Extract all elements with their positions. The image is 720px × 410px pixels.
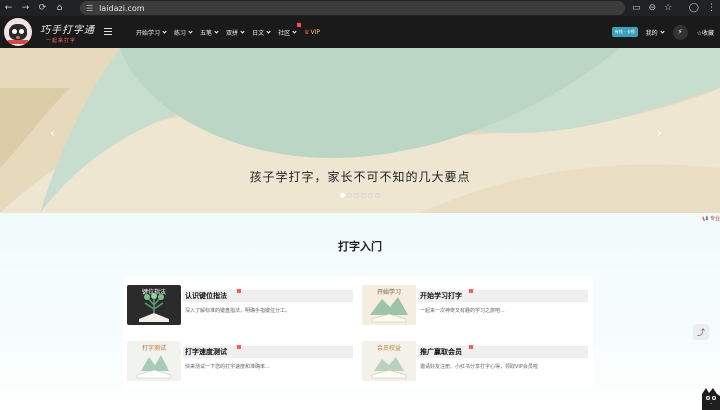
carousel-dot[interactable] xyxy=(375,193,380,198)
browser-right-icons: ◯ ⋮ xyxy=(689,0,716,16)
chevron-down-icon xyxy=(266,28,271,34)
cards-panel: 键位指法 认识键位指法 深入了解标准的键盘指法，明确手指键位分工。 开始学习 开… xyxy=(123,276,593,388)
more-icon[interactable]: ⋮ xyxy=(707,3,716,13)
header-actions: 有钱 · 卡顿 我的 ⚡ ☆收藏 xyxy=(611,16,720,48)
card-title: 推广赢取会员 xyxy=(420,348,462,356)
carousel-dot[interactable] xyxy=(361,193,366,198)
star-icon[interactable]: ☆ xyxy=(664,3,672,13)
nav-label: 开始学习 xyxy=(136,29,161,37)
card-speed-test[interactable]: 打字测试 打字速度测试 快来测试一下您的打字速度和准确率... xyxy=(123,334,355,381)
nav-item-shuangpin[interactable]: 双拼 xyxy=(226,28,245,37)
nav-item-start-learning[interactable]: 开始学习 xyxy=(136,28,167,37)
book-illustration xyxy=(371,357,407,379)
zoom-icon[interactable]: ⊖ xyxy=(649,3,657,13)
my-menu-label: 我的 xyxy=(645,29,658,37)
nav-label: VIP xyxy=(310,28,320,36)
home-icon[interactable]: ⌂ xyxy=(51,0,68,16)
crown-icon: ♛ xyxy=(304,28,310,36)
card-thumbnail: 开始学习 xyxy=(362,285,416,325)
browser-toolbar: ← → ⟳ ⌂ ☰ laidazi.com ▭ ⊖ ☆ ◯ ⋮ xyxy=(0,0,720,16)
card-title: 认识键位指法 xyxy=(185,292,227,300)
cast-icon[interactable]: ▭ xyxy=(632,3,641,13)
card-title: 开始学习打字 xyxy=(420,292,462,300)
brand-title: 巧手打字通 xyxy=(40,25,95,36)
logo-icon[interactable] xyxy=(4,18,32,46)
notice-text[interactable]: 📢 专业 xyxy=(702,215,720,222)
back-arrow-icon[interactable]: ← xyxy=(0,0,17,16)
carousel-dot[interactable] xyxy=(368,193,373,198)
carousel-dot[interactable] xyxy=(340,193,345,198)
chevron-down-icon xyxy=(162,28,167,34)
banner-headline[interactable]: 孩子学打字，家长不可不知的几大要点 xyxy=(0,168,720,185)
book-illustration xyxy=(370,297,408,323)
hero-carousel[interactable]: ‹ › 孩子学打字，家长不可不知的几大要点 xyxy=(0,48,720,213)
profile-icon[interactable]: ◯ xyxy=(689,3,699,13)
card-title: 打字速度测试 xyxy=(185,348,227,356)
chevron-down-icon xyxy=(292,28,297,34)
chevron-down-icon xyxy=(188,28,193,34)
site-header: 巧手打字通 一起来打字 开始学习 练习 五笔 双拼 日文 社区 ♛ VIP 有钱 … xyxy=(0,16,720,48)
forward-arrow-icon[interactable]: → xyxy=(17,0,34,16)
url-text: laidazi.com xyxy=(99,3,145,13)
nav-label: 社区 xyxy=(278,29,291,37)
card-thumbnail: 会员权益 xyxy=(362,341,416,381)
brand-subtitle: 一起来打字 xyxy=(46,38,77,44)
address-bar[interactable]: ☰ laidazi.com xyxy=(80,1,625,15)
nav-label: 五笔 xyxy=(200,29,213,37)
new-badge xyxy=(237,345,241,349)
card-description: 一起来一次神奇又有趣的学习之旅吧... xyxy=(420,308,505,314)
nav-label: 日文 xyxy=(252,29,265,37)
banner-background xyxy=(0,48,720,213)
card-description: 快来测试一下您的打字速度和准确率... xyxy=(185,364,270,370)
cat-mascot-icon[interactable] xyxy=(698,386,720,410)
chevron-down-icon xyxy=(214,28,219,34)
brand[interactable]: 巧手打字通 一起来打字 xyxy=(40,21,95,44)
new-badge xyxy=(469,289,473,293)
card-thumbnail: 打字测试 xyxy=(127,341,181,381)
card-referral-membership[interactable]: 会员权益 推广赢取会员 邀请好友注册、小红书分享打字心得，领取VIP会员啦 xyxy=(358,334,590,381)
book-illustration xyxy=(136,355,172,379)
tune-icon[interactable]: ☰ xyxy=(86,4,93,13)
main-nav: 开始学习 练习 五笔 双拼 日文 社区 ♛ VIP xyxy=(136,16,328,48)
chevron-down-icon xyxy=(240,28,245,34)
section-title: 打字入门 xyxy=(338,240,382,253)
favorite-button[interactable]: ☆收藏 xyxy=(697,28,714,37)
card-description: 邀请好友注册、小红书分享打字心得，领取VIP会员啦 xyxy=(420,364,538,370)
new-badge xyxy=(237,289,241,293)
new-badge xyxy=(297,22,302,27)
lightning-icon[interactable]: ⚡ xyxy=(672,24,688,40)
nav-label: 双拼 xyxy=(226,29,239,37)
nav-item-practice[interactable]: 练习 xyxy=(174,28,193,37)
carousel-prev-icon[interactable]: ‹ xyxy=(50,126,55,140)
nav-item-japanese[interactable]: 日文 xyxy=(252,28,271,37)
reload-icon[interactable]: ⟳ xyxy=(34,0,51,16)
status-badge[interactable]: 有钱 · 卡顿 xyxy=(611,27,638,37)
card-start-learning[interactable]: 开始学习 开始学习打字 一起来一次神奇又有趣的学习之旅吧... xyxy=(358,278,590,325)
nav-item-vip[interactable]: ♛ VIP xyxy=(304,29,320,36)
nav-item-wubi[interactable]: 五笔 xyxy=(200,28,219,37)
carousel-next-icon[interactable]: › xyxy=(657,126,662,140)
book-illustration xyxy=(139,293,169,322)
card-keyboard-fingering[interactable]: 键位指法 认识键位指法 深入了解标准的键盘指法，明确手指键位分工。 xyxy=(123,278,355,325)
nav-label: 练习 xyxy=(174,29,187,37)
card-description: 深入了解标准的键盘指法，明确手指键位分工。 xyxy=(185,308,291,314)
omnibox-actions: ▭ ⊖ ☆ xyxy=(632,0,672,16)
carousel-dot[interactable] xyxy=(354,193,359,198)
chevron-down-icon xyxy=(659,28,665,34)
hamburger-menu-icon[interactable] xyxy=(104,28,112,35)
card-thumbnail: 键位指法 xyxy=(127,285,181,325)
carousel-dot[interactable] xyxy=(347,193,352,198)
nav-item-community[interactable]: 社区 xyxy=(278,22,302,37)
my-menu[interactable]: 我的 xyxy=(645,28,665,37)
new-badge xyxy=(469,345,473,349)
share-icon[interactable]: ⤴ xyxy=(693,324,709,340)
carousel-indicators xyxy=(0,193,720,198)
